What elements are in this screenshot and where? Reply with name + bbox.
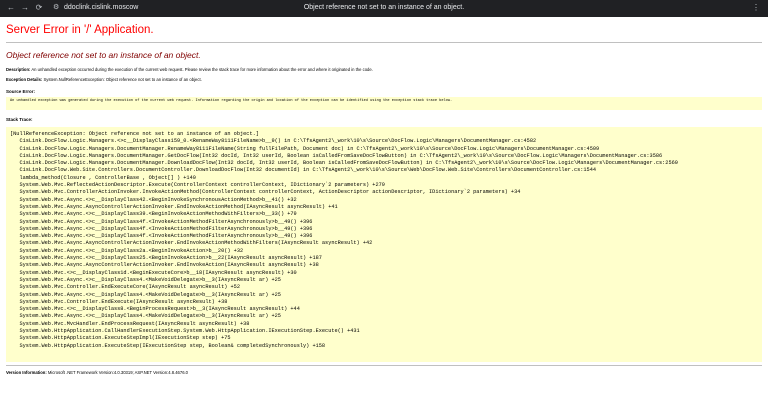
stack-trace-line: System.Web.Mvc.ReflectedActionDescriptor… xyxy=(10,182,385,189)
stack-trace-line: System.Web.Mvc.Async.<>c__DisplayClass4f… xyxy=(10,218,313,225)
browser-menu-icon[interactable]: ⋮ xyxy=(752,3,760,12)
stack-trace-line: System.Web.Mvc.Async.<>c__DisplayClass2a… xyxy=(10,247,244,254)
stack-trace-line: CisLink.DocFlow.Logic.Managers.DocumentM… xyxy=(10,152,663,159)
stack-trace-box: [NullReferenceException: Object referenc… xyxy=(6,127,762,362)
back-arrow-icon[interactable]: ← xyxy=(6,3,16,13)
forward-arrow-icon[interactable]: → xyxy=(20,3,30,13)
stack-trace-line: lambda_method(Closure , ControllerBase ,… xyxy=(10,174,196,181)
server-error-title: Server Error in '/' Application. xyxy=(6,24,154,36)
stack-trace-line: System.Web.HttpApplication.ExecuteStep(I… xyxy=(10,342,326,349)
stack-trace-line: System.Web.Mvc.Controller.EndExecute(IAs… xyxy=(10,298,228,305)
stack-trace-line: System.Web.Mvc.<>c__DisplayClass1d.<Begi… xyxy=(10,269,297,276)
page-tab-title: Object reference not set to an instance … xyxy=(303,4,465,11)
stack-trace-line: System.Web.Mvc.Async.<>c__DisplayClass42… xyxy=(10,196,297,203)
stack-trace-line: System.Web.Mvc.ControllerActionInvoker.I… xyxy=(10,189,521,196)
stack-trace-line: CisLink.DocFlow.Logic.Managers.<>c__Disp… xyxy=(10,138,537,145)
stack-trace-line: System.Web.Mvc.Async.<>c__DisplayClass4.… xyxy=(10,276,281,283)
stack-trace-label: Stack Trace: xyxy=(6,117,33,122)
stack-trace-line: System.Web.Mvc.Async.<>c__DisplayClass39… xyxy=(10,211,297,218)
error-page-content: Server Error in '/' Application. Object … xyxy=(6,22,762,375)
description-line: Description: An unhandled exception occu… xyxy=(6,67,762,72)
source-error-text: An unhandled exception was generated dur… xyxy=(10,99,453,103)
stack-trace-line: System.Web.HttpApplication.CallHandlerEx… xyxy=(10,328,360,335)
stack-trace-line: System.Web.Mvc.Async.AsyncControllerActi… xyxy=(10,262,319,269)
address-bar-url[interactable]: ddoclink.cislink.moscow xyxy=(64,4,138,11)
footer-divider xyxy=(6,365,762,366)
exception-details-text: System.NullReferenceException: Object re… xyxy=(43,77,202,82)
stack-trace-line: System.Web.Mvc.Async.AsyncControllerActi… xyxy=(10,240,373,247)
reload-icon[interactable]: ⟳ xyxy=(34,3,44,13)
stack-trace-line: System.Web.Mvc.<>c__DisplayClass8.<Begin… xyxy=(10,306,300,313)
stack-trace-line: CisLink.DocFlow.Logic.Managers.DocumentM… xyxy=(10,145,600,152)
version-information-line: Version Information: Microsoft .NET Fram… xyxy=(6,370,762,375)
stack-trace-line: System.Web.Mvc.MvcHandler.EndProcessRequ… xyxy=(10,320,250,327)
description-label: Description: xyxy=(6,67,31,72)
stack-trace-line: System.Web.Mvc.Async.<>c__DisplayClass4.… xyxy=(10,313,281,320)
stack-trace-line: CisLink.DocFlow.Web.Site.Controllers.Doc… xyxy=(10,167,596,174)
stack-trace-line: System.Web.Mvc.Async.<>c__DisplayClass4f… xyxy=(10,233,313,240)
source-error-label: Source Error: xyxy=(6,89,36,94)
exception-details-label: Exception Details: xyxy=(6,77,43,82)
stack-trace-line: System.Web.HttpApplication.ExecuteStepIm… xyxy=(10,335,231,342)
source-error-box: An unhandled exception was generated dur… xyxy=(6,97,762,110)
stack-trace-line: System.Web.Mvc.Async.<>c__DisplayClass25… xyxy=(10,255,322,262)
browser-toolbar: ← → ⟳ ⚙ ddoclink.cislink.moscow Object r… xyxy=(0,0,768,17)
stack-trace-line: System.Web.Mvc.Controller.EndExecuteCore… xyxy=(10,284,240,291)
stack-trace-line: System.Web.Mvc.Async.<>c__DisplayClass4f… xyxy=(10,225,313,232)
site-settings-icon[interactable]: ⚙ xyxy=(53,3,63,13)
stack-trace-line: System.Web.Mvc.Async.<>c__DisplayClass4.… xyxy=(10,291,281,298)
version-information-label: Version Information: xyxy=(6,370,47,375)
stack-trace-line: System.Web.Mvc.Async.AsyncControllerActi… xyxy=(10,203,338,210)
version-information-text: Microsoft .NET Framework Version:4.0.303… xyxy=(47,370,189,375)
exception-details-line: Exception Details: System.NullReferenceE… xyxy=(6,77,762,82)
error-message-heading: Object reference not set to an instance … xyxy=(6,50,201,60)
description-text: An unhandled exception occurred during t… xyxy=(31,67,373,72)
stack-trace-line: CisLink.DocFlow.Logic.Managers.DocumentM… xyxy=(10,160,678,167)
title-divider xyxy=(6,42,762,43)
stack-trace-line: [NullReferenceException: Object referenc… xyxy=(10,131,259,137)
